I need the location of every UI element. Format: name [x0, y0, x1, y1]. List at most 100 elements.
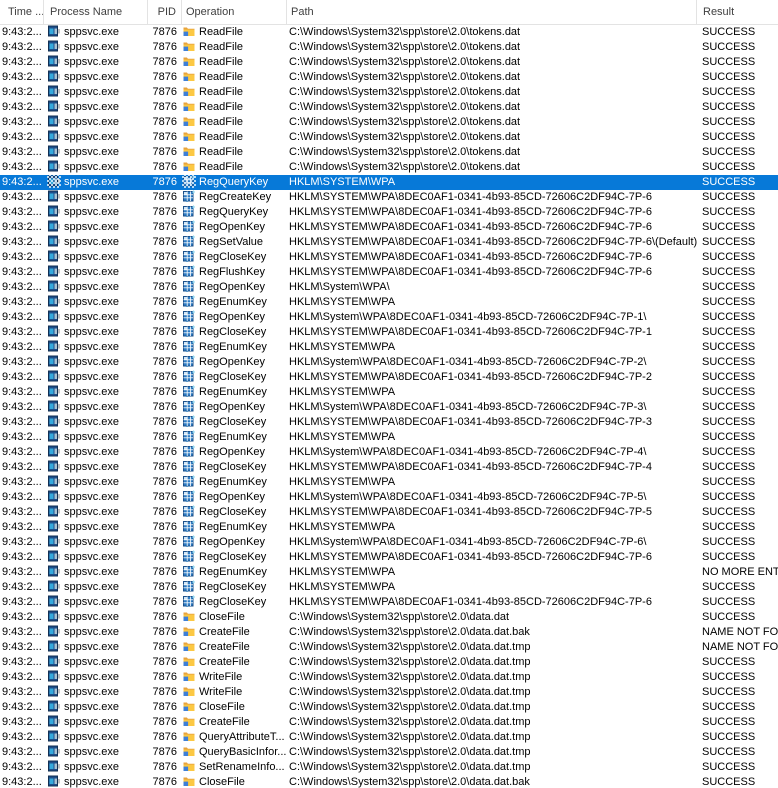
table-row[interactable]: 9:43:2... sppsvc.exe7876 RegOpenKeyHKLM\… [0, 220, 778, 235]
process-name: sppsvc.exe [64, 311, 119, 323]
table-row[interactable]: 9:43:2... sppsvc.exe7876 ReadFileC:\Wind… [0, 40, 778, 55]
table-row[interactable]: 9:43:2... sppsvc.exe7876 ReadFileC:\Wind… [0, 145, 778, 160]
table-row[interactable]: 9:43:2... sppsvc.exe7876 WriteFileC:\Win… [0, 685, 778, 700]
table-row[interactable]: 9:43:2... sppsvc.exe7876 RegEnumKeyHKLM\… [0, 520, 778, 535]
pid-cell: 7876 [148, 640, 182, 655]
process-cell: sppsvc.exe [44, 100, 148, 115]
table-row[interactable]: 9:43:2... sppsvc.exe7876 RegEnumKeyHKLM\… [0, 565, 778, 580]
table-row[interactable]: 9:43:2... sppsvc.exe7876 RegEnumKeyHKLM\… [0, 385, 778, 400]
table-row[interactable]: 9:43:2... sppsvc.exe7876 ReadFileC:\Wind… [0, 70, 778, 85]
table-row[interactable]: 9:43:2... sppsvc.exe7876 RegOpenKeyHKLM\… [0, 445, 778, 460]
process-name: sppsvc.exe [64, 776, 119, 788]
column-header-result[interactable]: Result [697, 0, 778, 24]
path-cell: HKLM\SYSTEM\WPA\8DEC0AF1-0341-4b93-85CD-… [287, 505, 697, 520]
path-cell: HKLM\SYSTEM\WPA\8DEC0AF1-0341-4b93-85CD-… [287, 550, 697, 565]
table-row[interactable]: 9:43:2... sppsvc.exe7876 RegCloseKeyHKLM… [0, 250, 778, 265]
table-row[interactable]: 9:43:2... sppsvc.exe7876 RegSetValueHKLM… [0, 235, 778, 250]
table-row[interactable]: 9:43:2... sppsvc.exe7876 ReadFileC:\Wind… [0, 85, 778, 100]
time-cell: 9:43:2... [0, 685, 44, 700]
process-name: sppsvc.exe [64, 371, 119, 383]
pid-cell: 7876 [148, 385, 182, 400]
path-cell: C:\Windows\System32\spp\store\2.0\data.d… [287, 610, 697, 625]
operation-cell: RegEnumKey [182, 385, 287, 400]
result-cell: SUCCESS [697, 130, 778, 145]
column-header-time[interactable]: Time ... [0, 0, 44, 24]
folder-icon [183, 100, 195, 112]
table-row[interactable]: 9:43:2... sppsvc.exe7876 CloseFileC:\Win… [0, 700, 778, 715]
table-row[interactable]: 9:43:2... sppsvc.exe7876 RegCloseKeyHKLM… [0, 325, 778, 340]
time-cell: 9:43:2... [0, 355, 44, 370]
table-row[interactable]: 9:43:2... sppsvc.exe7876 ReadFileC:\Wind… [0, 130, 778, 145]
table-row[interactable]: 9:43:2... sppsvc.exe7876 QueryBasicInfor… [0, 745, 778, 760]
process-cell: sppsvc.exe [44, 730, 148, 745]
table-row[interactable]: 9:43:2... sppsvc.exe7876 RegCloseKeyHKLM… [0, 595, 778, 610]
process-icon [48, 760, 60, 772]
result-cell: SUCCESS [697, 685, 778, 700]
pid-cell: 7876 [148, 610, 182, 625]
table-row[interactable]: 9:43:2... sppsvc.exe7876 CreateFileC:\Wi… [0, 655, 778, 670]
table-row[interactable]: 9:43:2... sppsvc.exe7876 RegOpenKeyHKLM\… [0, 280, 778, 295]
table-row[interactable]: 9:43:2... sppsvc.exe7876 RegCloseKeyHKLM… [0, 505, 778, 520]
table-row[interactable]: 9:43:2... sppsvc.exe7876 RegEnumKeyHKLM\… [0, 430, 778, 445]
result-cell: SUCCESS [697, 670, 778, 685]
table-row[interactable]: 9:43:2... sppsvc.exe7876 QueryAttributeT… [0, 730, 778, 745]
table-row[interactable]: 9:43:2... sppsvc.exe7876 RegCloseKeyHKLM… [0, 580, 778, 595]
table-row[interactable]: 9:43:2... sppsvc.exe7876 RegEnumKeyHKLM\… [0, 295, 778, 310]
column-header-pid[interactable]: PID [148, 0, 182, 24]
table-row[interactable]: 9:43:2... sppsvc.exe7876 RegCloseKeyHKLM… [0, 550, 778, 565]
table-row-selected[interactable]: 9:43:2... sppsvc.exe7876 RegQueryKeyHKLM… [0, 175, 778, 190]
table-row[interactable]: 9:43:2... sppsvc.exe7876 RegCreateKeyHKL… [0, 190, 778, 205]
column-header-process[interactable]: Process Name [44, 0, 148, 24]
pid-cell: 7876 [148, 745, 182, 760]
time-cell: 9:43:2... [0, 235, 44, 250]
table-row[interactable]: 9:43:2... sppsvc.exe7876 RegOpenKeyHKLM\… [0, 490, 778, 505]
folder-icon [183, 115, 195, 127]
operation-name: RegEnumKey [199, 476, 267, 488]
table-row[interactable]: 9:43:2... sppsvc.exe7876 ReadFileC:\Wind… [0, 100, 778, 115]
process-name: sppsvc.exe [64, 326, 119, 338]
table-row[interactable]: 9:43:2... sppsvc.exe7876 CreateFileC:\Wi… [0, 640, 778, 655]
column-header-path[interactable]: Path [287, 0, 697, 24]
column-header-operation[interactable]: Operation [182, 0, 287, 24]
table-row[interactable]: 9:43:2... sppsvc.exe7876 RegQueryKeyHKLM… [0, 205, 778, 220]
table-row[interactable]: 9:43:2... sppsvc.exe7876 ReadFileC:\Wind… [0, 55, 778, 70]
table-row[interactable]: 9:43:2... sppsvc.exe7876 SetRenameInfo..… [0, 760, 778, 775]
table-row[interactable]: 9:43:2... sppsvc.exe7876 RegEnumKeyHKLM\… [0, 340, 778, 355]
table-row[interactable]: 9:43:2... sppsvc.exe7876 RegCloseKeyHKLM… [0, 370, 778, 385]
table-row[interactable]: 9:43:2... sppsvc.exe7876 CloseFileC:\Win… [0, 775, 778, 788]
registry-icon [183, 475, 195, 487]
process-cell: sppsvc.exe [44, 580, 148, 595]
path-cell: C:\Windows\System32\spp\store\2.0\tokens… [287, 25, 697, 40]
table-row[interactable]: 9:43:2... sppsvc.exe7876 RegOpenKeyHKLM\… [0, 535, 778, 550]
table-row[interactable]: 9:43:2... sppsvc.exe7876 ReadFileC:\Wind… [0, 160, 778, 175]
table-row[interactable]: 9:43:2... sppsvc.exe7876 RegCloseKeyHKLM… [0, 415, 778, 430]
process-icon [48, 775, 60, 787]
process-cell: sppsvc.exe [44, 70, 148, 85]
process-icon [48, 520, 60, 532]
process-icon [48, 505, 60, 517]
table-row[interactable]: 9:43:2... sppsvc.exe7876 RegOpenKeyHKLM\… [0, 310, 778, 325]
table-row[interactable]: 9:43:2... sppsvc.exe7876 CreateFileC:\Wi… [0, 715, 778, 730]
table-row[interactable]: 9:43:2... sppsvc.exe7876 RegEnumKeyHKLM\… [0, 475, 778, 490]
process-icon [48, 220, 60, 232]
table-row[interactable]: 9:43:2... sppsvc.exe7876 CloseFileC:\Win… [0, 610, 778, 625]
table-row[interactable]: 9:43:2... sppsvc.exe7876 RegCloseKeyHKLM… [0, 460, 778, 475]
table-row[interactable]: 9:43:2... sppsvc.exe7876 CreateFileC:\Wi… [0, 625, 778, 640]
process-icon [48, 730, 60, 742]
pid-cell: 7876 [148, 25, 182, 40]
table-row[interactable]: 9:43:2... sppsvc.exe7876 RegFlushKeyHKLM… [0, 265, 778, 280]
operation-name: QueryBasicInfor... [199, 746, 286, 758]
registry-icon [183, 280, 195, 292]
table-row[interactable]: 9:43:2... sppsvc.exe7876 RegOpenKeyHKLM\… [0, 400, 778, 415]
process-name: sppsvc.exe [64, 356, 119, 368]
table-row[interactable]: 9:43:2... sppsvc.exe7876 ReadFileC:\Wind… [0, 115, 778, 130]
operation-name: RegSetValue [199, 236, 263, 248]
table-row[interactable]: 9:43:2... sppsvc.exe7876 RegOpenKeyHKLM\… [0, 355, 778, 370]
process-icon [48, 655, 60, 667]
operation-cell: CreateFile [182, 640, 287, 655]
table-row[interactable]: 9:43:2... sppsvc.exe7876 ReadFileC:\Wind… [0, 25, 778, 40]
path-cell: HKLM\SYSTEM\WPA\8DEC0AF1-0341-4b93-85CD-… [287, 220, 697, 235]
path-cell: HKLM\SYSTEM\WPA [287, 175, 697, 190]
table-row[interactable]: 9:43:2... sppsvc.exe7876 WriteFileC:\Win… [0, 670, 778, 685]
operation-cell: RegCloseKey [182, 595, 287, 610]
